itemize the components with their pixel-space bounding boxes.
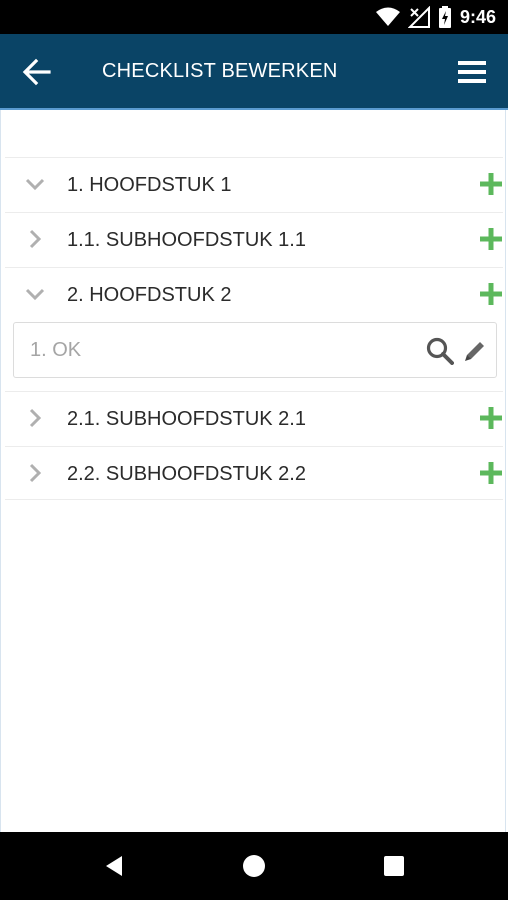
chevron-down-icon[interactable]: [25, 174, 45, 194]
app-bar: CHECKLIST BEWERKEN: [0, 34, 508, 110]
status-time: 9:46: [459, 6, 496, 27]
hamburger-menu-icon[interactable]: [458, 60, 486, 84]
add-icon[interactable]: [479, 406, 503, 430]
chevron-right-icon[interactable]: [25, 408, 45, 428]
recents-square-icon[interactable]: [378, 850, 410, 882]
add-icon[interactable]: [479, 227, 503, 251]
home-circle-icon[interactable]: [238, 850, 270, 882]
battery-charging-icon: [438, 6, 451, 28]
add-icon[interactable]: [479, 461, 503, 485]
back-arrow-icon[interactable]: [22, 58, 52, 86]
tree-row-label: 2.1. SUBHOOFDSTUK 2.1: [67, 408, 306, 430]
tree-row-subchapter-2-2[interactable]: 2.2. SUBHOOFDSTUK 2.2: [5, 446, 503, 500]
tree-row-label: 2. HOOFDSTUK 2: [67, 284, 232, 306]
checklist-item-label: 1. OK: [30, 339, 82, 361]
checklist-item[interactable]: 1. OK: [13, 322, 497, 378]
wifi-icon: [375, 7, 400, 26]
no-signal-icon: [407, 6, 430, 28]
add-icon[interactable]: [479, 172, 503, 196]
tree-row-label: 1.1. SUBHOOFDSTUK 1.1: [67, 229, 306, 251]
pencil-icon[interactable]: [462, 338, 488, 364]
page-title: CHECKLIST BEWERKEN: [102, 60, 338, 82]
tree-row-subchapter-2-1[interactable]: 2.1. SUBHOOFDSTUK 2.1: [5, 391, 503, 445]
status-icons: 9:46: [375, 0, 496, 34]
tree-row-label: 2.2. SUBHOOFDSTUK 2.2: [67, 463, 306, 485]
tree-row-label: 1. HOOFDSTUK 1: [67, 174, 232, 196]
chevron-right-icon[interactable]: [25, 229, 45, 249]
chevron-down-icon[interactable]: [25, 284, 45, 304]
tree-row-chapter-1[interactable]: 1. HOOFDSTUK 1: [5, 157, 503, 211]
checklist-tree: 1. HOOFDSTUK 1 1.1. SUBHOOFDSTUK 1.1 2. …: [0, 110, 506, 832]
search-icon[interactable]: [426, 337, 454, 365]
back-triangle-icon[interactable]: [98, 850, 130, 882]
chevron-right-icon[interactable]: [25, 463, 45, 483]
system-nav-bar: [0, 832, 508, 900]
tree-row-subchapter-1-1[interactable]: 1.1. SUBHOOFDSTUK 1.1: [5, 212, 503, 266]
add-icon[interactable]: [479, 282, 503, 306]
tree-row-chapter-2[interactable]: 2. HOOFDSTUK 2: [5, 267, 503, 321]
status-bar: 9:46: [0, 0, 508, 34]
